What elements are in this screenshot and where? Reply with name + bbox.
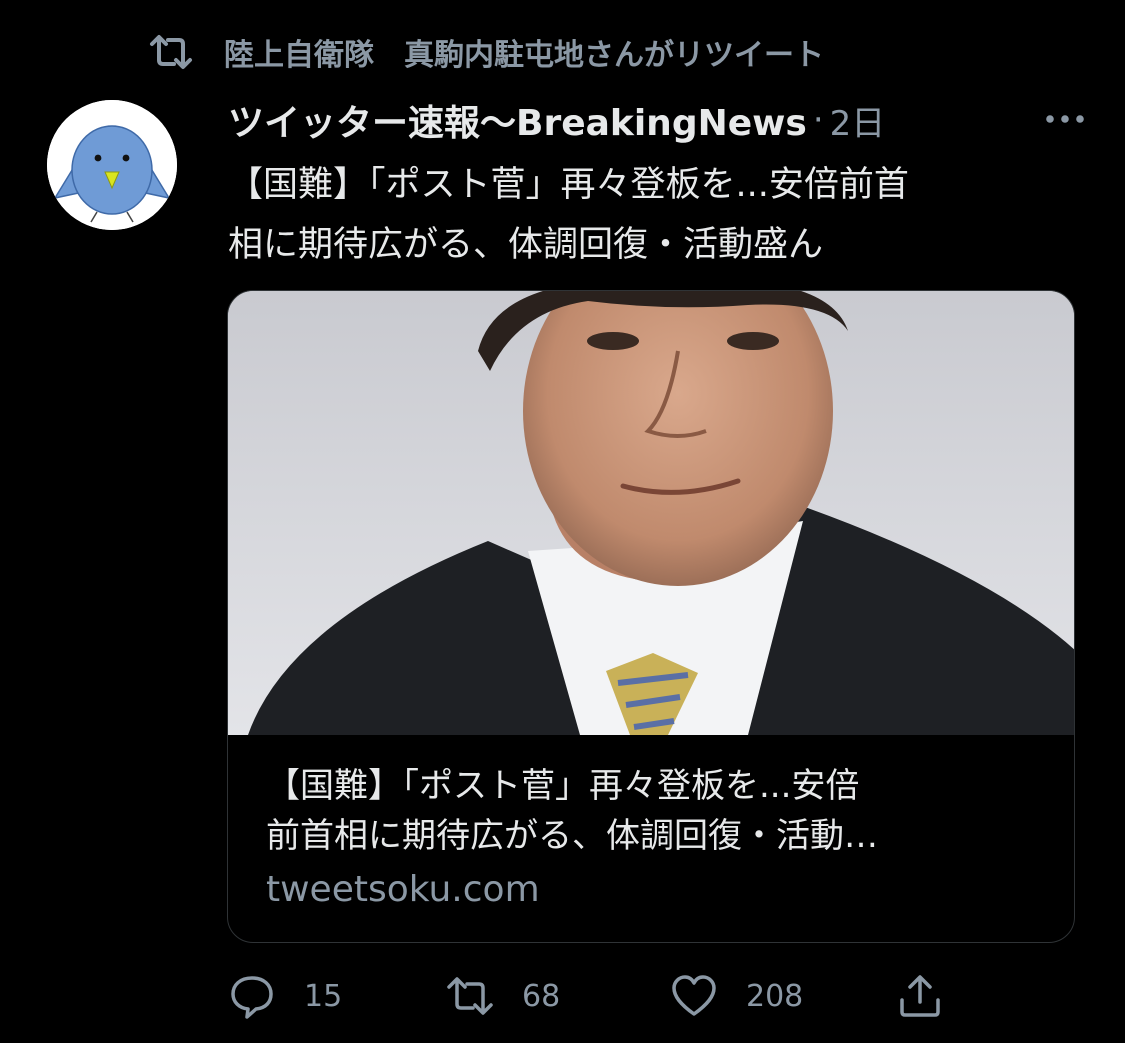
link-card[interactable]: 【国難】「ポスト菅」再々登板を...安倍 前首相に期待広がる、体調回復・活動… … [227,290,1075,943]
card-title: 【国難】「ポスト菅」再々登板を...安倍 前首相に期待広がる、体調回復・活動… [266,761,1046,861]
retweet-context[interactable]: 陸上自衛隊 真駒内駐屯地さんがリツイート [148,30,824,74]
tweet-actions: 15 68 208 [0,968,1125,1024]
card-title-line: 【国難】「ポスト菅」再々登板を...安倍 [266,766,860,806]
heart-icon [672,975,716,1016]
card-body: 【国難】「ポスト菅」再々登板を...安倍 前首相に期待広がる、体調回復・活動… … [266,761,1046,915]
like-count: 208 [746,978,804,1014]
share-icon [900,975,940,1017]
tweet-text: 【国難】「ポスト菅」再々登板を...安倍前首 相に期待広がる、体調回復・活動盛ん [228,155,1088,275]
like-button[interactable]: 208 [670,972,803,1020]
card-title-line: 前首相に期待広がる、体調回復・活動… [266,816,878,856]
bird-avatar-icon [47,100,177,230]
card-domain: tweetsoku.com [266,869,540,910]
share-button[interactable] [896,972,972,1020]
portrait-photo [228,291,1074,735]
tweet-text-line: 【国難】「ポスト菅」再々登板を...安倍前首 [228,165,909,205]
retweet-icon [447,977,493,1015]
retweet-button[interactable]: 68 [446,972,560,1020]
tweet-text-line: 相に期待広がる、体調回復・活動盛ん [228,225,824,265]
tweet-separator: · [812,100,824,140]
reply-button[interactable]: 15 [228,972,342,1020]
more-options-icon[interactable] [1042,107,1088,131]
retweet-icon [150,35,192,69]
retweet-context-text: 陸上自衛隊 真駒内駐屯地さんがリツイート [224,38,824,73]
tweet-header: ツイッター速報〜BreakingNews · 2日 [228,95,1088,145]
card-image [228,291,1074,735]
retweet-count: 68 [522,978,561,1014]
tweet-timestamp[interactable]: 2日 [830,96,886,145]
avatar[interactable] [47,100,177,230]
reply-count: 15 [304,978,343,1014]
reply-icon [231,976,273,1019]
author-display-name[interactable]: ツイッター速報〜BreakingNews [228,94,807,146]
